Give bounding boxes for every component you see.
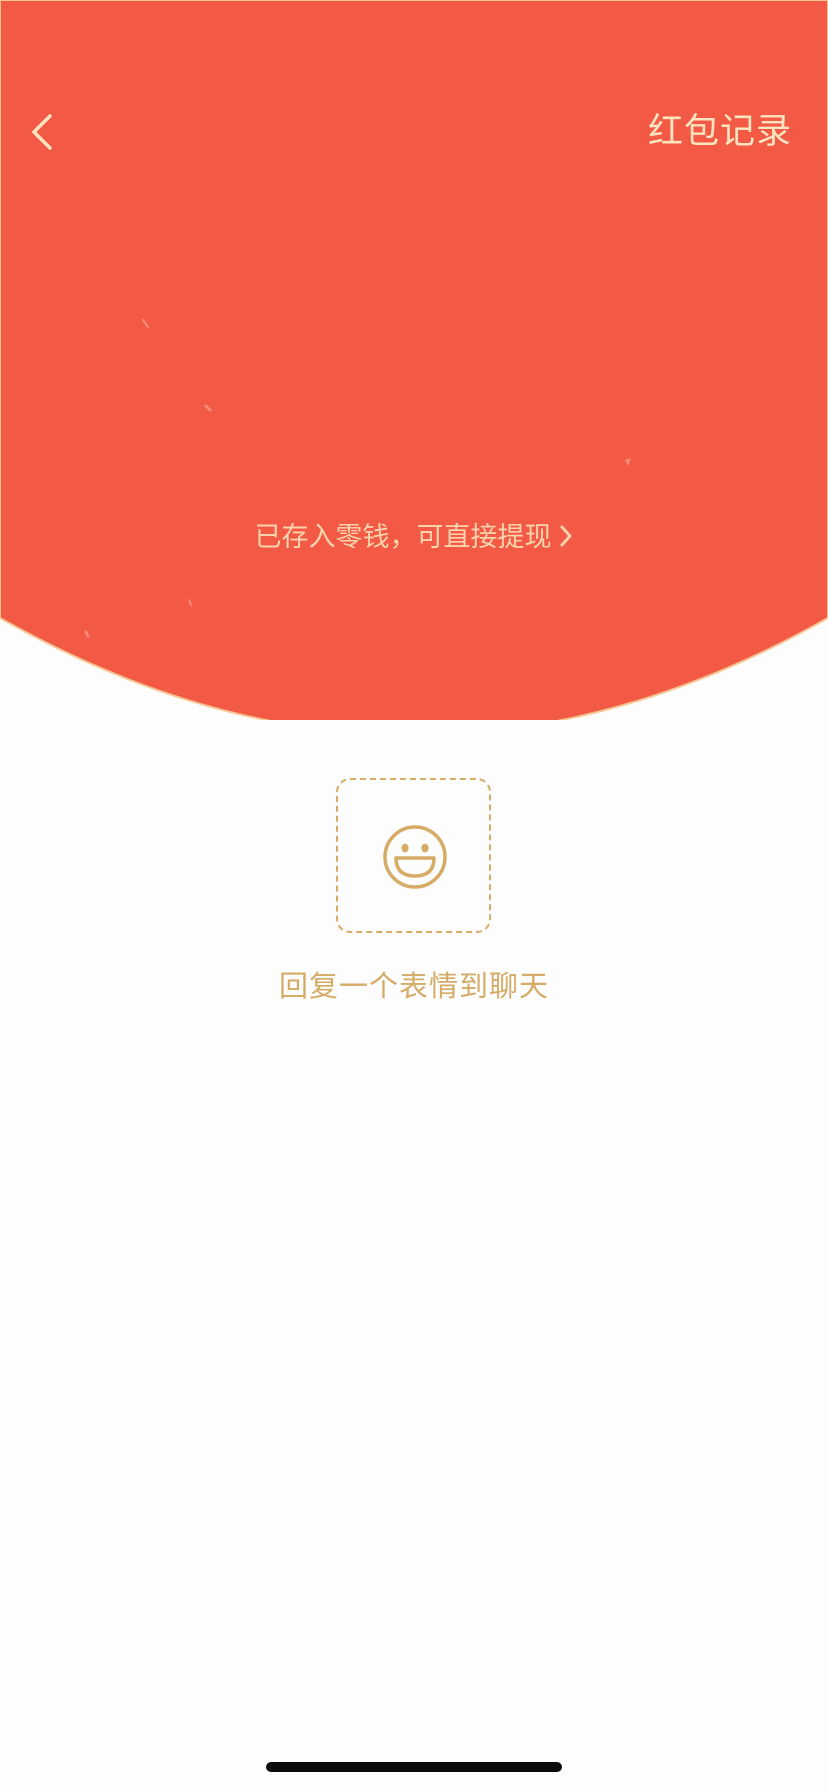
reply-sticker-button[interactable] bbox=[336, 778, 491, 933]
wallet-withdraw-link[interactable]: 已存入零钱，可直接提现 bbox=[0, 516, 828, 560]
reply-sticker-label[interactable]: 回复一个表情到聊天 bbox=[0, 964, 828, 1008]
home-indicator[interactable] bbox=[266, 1762, 562, 1772]
red-packet-records-link[interactable]: 红包记录 bbox=[648, 106, 792, 158]
smiley-face-icon bbox=[383, 825, 447, 889]
confetti-fleck bbox=[84, 630, 90, 638]
red-packet-detail-screen: 红包记录 已存入零钱，可直接提现 回复一个表情到聊天 bbox=[0, 0, 828, 1792]
wallet-notice-text: 已存入零钱，可直接提现 bbox=[254, 522, 552, 553]
chevron-right-icon bbox=[560, 525, 571, 546]
chevron-left-icon bbox=[32, 114, 52, 150]
back-button[interactable] bbox=[22, 104, 66, 160]
